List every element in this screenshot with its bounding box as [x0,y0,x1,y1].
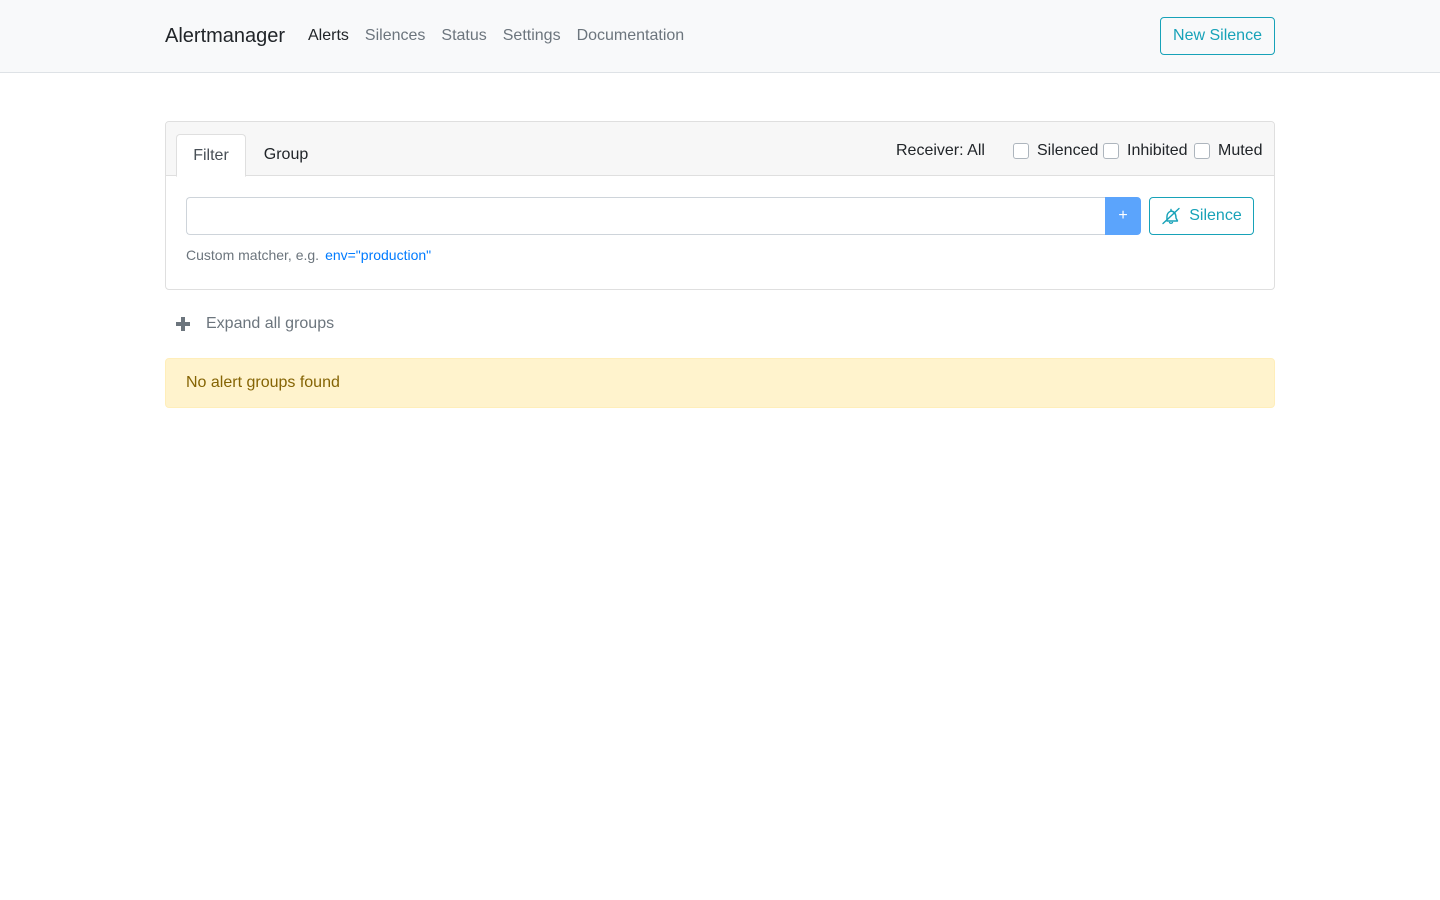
plus-icon [176,317,190,331]
filter-card: Filter Group Receiver: All Silenced Inhi… [165,121,1275,290]
muted-checkbox-box[interactable] [1194,143,1210,159]
nav-link-alerts[interactable]: Alerts [308,26,349,46]
inhibited-checkbox-label: Inhibited [1127,142,1188,159]
silenced-checkbox-box[interactable] [1013,143,1029,159]
expand-all-label: Expand all groups [206,315,335,332]
tab-filter[interactable]: Filter [176,134,246,177]
expand-all-groups[interactable]: Expand all groups [176,314,334,334]
filter-input[interactable] [186,197,1106,235]
navbar: Alertmanager Alerts Silences Status Sett… [0,0,1440,73]
silenced-checkbox[interactable]: Silenced [1013,141,1098,161]
add-matcher-button[interactable]: + [1105,197,1141,235]
no-alert-groups-alert: No alert groups found [165,358,1275,408]
matcher-hint-text: Custom matcher, e.g. [186,247,320,263]
receiver-dropdown[interactable]: Receiver: All [896,141,985,161]
muted-checkbox-label: Muted [1218,142,1263,159]
filter-card-header: Filter Group Receiver: All Silenced Inhi… [166,122,1274,177]
muted-checkbox[interactable]: Muted [1194,141,1262,161]
alert-message: No alert groups found [186,374,340,391]
nav-link-settings[interactable]: Settings [503,26,561,46]
nav-link-silences[interactable]: Silences [365,26,425,46]
nav-link-documentation[interactable]: Documentation [577,26,685,46]
silenced-checkbox-label: Silenced [1037,142,1099,159]
bell-slash-icon [1161,207,1181,225]
matcher-hint-example[interactable]: env="production" [325,247,431,263]
new-silence-button[interactable]: New Silence [1160,17,1275,55]
inhibited-checkbox-box[interactable] [1103,143,1119,159]
brand-logo[interactable]: Alertmanager [165,24,285,48]
nav-links: Alerts Silences Status Settings Document… [308,26,700,46]
inhibited-checkbox[interactable]: Inhibited [1103,141,1188,161]
tab-group[interactable]: Group [246,134,326,177]
nav-link-status[interactable]: Status [441,26,486,46]
matcher-hint: Custom matcher, e.g. env="production" [186,246,431,264]
silence-button[interactable]: Silence [1149,197,1254,235]
silence-button-label: Silence [1189,207,1242,224]
